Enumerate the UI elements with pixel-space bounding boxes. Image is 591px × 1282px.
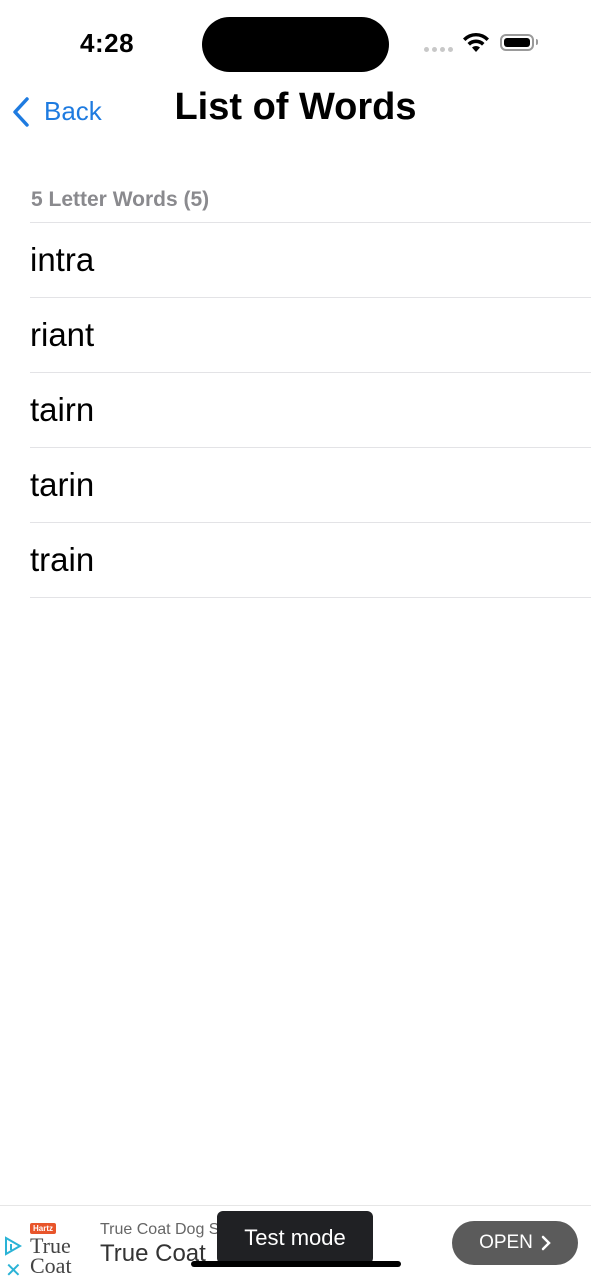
page-title: List of Words xyxy=(174,86,417,128)
wifi-icon xyxy=(463,32,489,52)
navigation-bar: Back List of Words xyxy=(0,80,591,140)
cellular-signal-icon xyxy=(424,47,453,52)
logo-line-2: Coat xyxy=(30,1253,72,1278)
chevron-right-icon xyxy=(541,1235,551,1251)
list-item[interactable]: intra xyxy=(30,223,591,298)
list-item[interactable]: tarin xyxy=(30,448,591,523)
ad-close-icon[interactable]: ✕ xyxy=(5,1261,22,1281)
status-time: 4:28 xyxy=(80,28,135,58)
section-header: 5 Letter Words (5) xyxy=(31,188,210,211)
ad-logo: Hartz True Coat xyxy=(30,1218,88,1278)
list-item[interactable]: riant xyxy=(30,298,591,373)
list-item[interactable]: tairn xyxy=(30,373,591,448)
battery-icon xyxy=(500,34,534,51)
ad-open-button[interactable]: OPEN xyxy=(452,1221,578,1265)
list-item[interactable]: train xyxy=(30,523,591,598)
battery-cap xyxy=(536,39,538,45)
test-mode-toast: Test mode xyxy=(217,1211,373,1264)
status-bar: 4:28 xyxy=(0,0,591,80)
home-indicator[interactable] xyxy=(191,1261,401,1267)
ad-subtitle: True Coat Dog S xyxy=(100,1221,220,1238)
ad-choices-icon[interactable] xyxy=(4,1236,22,1256)
word-list: intra riant tairn tarin train xyxy=(30,222,591,598)
dynamic-island xyxy=(202,17,389,72)
ad-open-label: OPEN xyxy=(479,1232,533,1253)
